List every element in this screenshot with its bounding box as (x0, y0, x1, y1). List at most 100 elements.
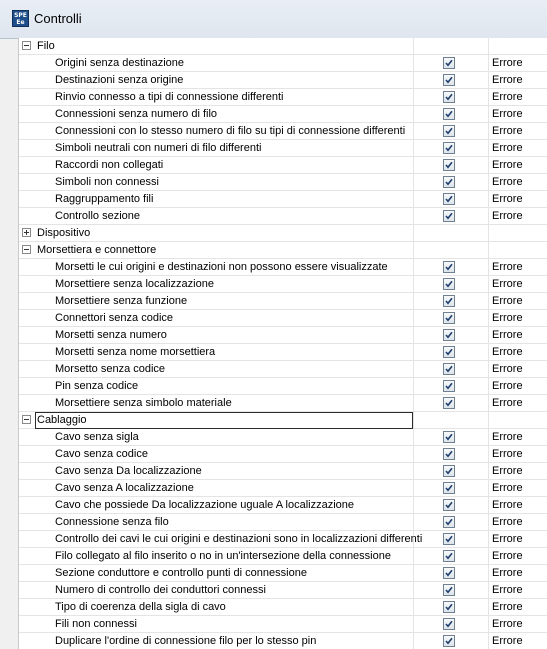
enabled-checkbox[interactable] (443, 57, 455, 69)
enabled-checkbox[interactable] (443, 635, 455, 647)
check-row[interactable]: Connessioni senza numero di filo Errore (19, 106, 547, 123)
check-row[interactable]: Origini senza destinazione Errore (19, 55, 547, 72)
severity-cell[interactable]: Errore (489, 582, 547, 598)
check-row[interactable]: Controllo sezione Errore (19, 208, 547, 225)
check-row[interactable]: Sezione conduttore e controllo punti di … (19, 565, 547, 582)
check-row[interactable]: Cavo senza Da localizzazione Errore (19, 463, 547, 480)
severity-cell[interactable]: Errore (489, 599, 547, 615)
check-row[interactable]: Connettori senza codice Errore (19, 310, 547, 327)
check-row[interactable]: Fili non connessi Errore (19, 616, 547, 633)
severity-cell[interactable]: Errore (489, 174, 547, 190)
enabled-checkbox[interactable] (443, 482, 455, 494)
severity-cell[interactable]: Errore (489, 616, 547, 632)
enabled-checkbox[interactable] (443, 516, 455, 528)
enabled-checkbox[interactable] (443, 261, 455, 273)
severity-cell[interactable]: Errore (489, 633, 547, 649)
check-row[interactable]: Filo collegato al filo inserito o no in … (19, 548, 547, 565)
severity-cell[interactable]: Errore (489, 497, 547, 513)
group-row[interactable]: Morsettiera e connettore (19, 242, 547, 259)
severity-cell[interactable]: Errore (489, 208, 547, 224)
group-row[interactable]: Cablaggio (19, 412, 547, 429)
check-row[interactable]: Morsettiere senza funzione Errore (19, 293, 547, 310)
severity-cell[interactable]: Errore (489, 378, 547, 394)
severity-cell[interactable]: Errore (489, 157, 547, 173)
check-row[interactable]: Raccordi non collegati Errore (19, 157, 547, 174)
severity-cell[interactable]: Errore (489, 310, 547, 326)
severity-cell[interactable]: Errore (489, 89, 547, 105)
severity-cell[interactable]: Errore (489, 429, 547, 445)
severity-cell[interactable]: Errore (489, 72, 547, 88)
severity-cell[interactable]: Errore (489, 327, 547, 343)
severity-cell[interactable]: Errore (489, 463, 547, 479)
enabled-checkbox[interactable] (443, 584, 455, 596)
severity-cell[interactable]: Errore (489, 446, 547, 462)
severity-cell[interactable]: Errore (489, 106, 547, 122)
enabled-checkbox[interactable] (443, 295, 455, 307)
group-row[interactable]: Dispositivo (19, 225, 547, 242)
enabled-checkbox[interactable] (443, 125, 455, 137)
severity-cell[interactable] (489, 225, 547, 241)
severity-cell[interactable]: Errore (489, 395, 547, 411)
check-row[interactable]: Pin senza codice Errore (19, 378, 547, 395)
check-row[interactable]: Morsetti senza numero Errore (19, 327, 547, 344)
check-row[interactable]: Cavo senza A localizzazione Errore (19, 480, 547, 497)
enabled-checkbox[interactable] (443, 346, 455, 358)
enabled-checkbox[interactable] (443, 193, 455, 205)
check-row[interactable]: Morsetti senza nome morsettiera Errore (19, 344, 547, 361)
group-row[interactable]: Filo (19, 38, 547, 55)
enabled-checkbox[interactable] (443, 329, 455, 341)
enabled-checkbox[interactable] (443, 363, 455, 375)
check-row[interactable]: Morsettiere senza localizzazione Errore (19, 276, 547, 293)
check-row[interactable]: Morsetti le cui origini e destinazioni n… (19, 259, 547, 276)
enabled-checkbox[interactable] (443, 176, 455, 188)
enabled-checkbox[interactable] (443, 431, 455, 443)
severity-cell[interactable] (489, 242, 547, 258)
enabled-checkbox[interactable] (443, 312, 455, 324)
severity-cell[interactable]: Errore (489, 531, 547, 547)
check-row[interactable]: Numero di controllo dei conduttori conne… (19, 582, 547, 599)
enabled-checkbox[interactable] (443, 108, 455, 120)
collapse-icon[interactable] (22, 415, 31, 424)
check-row[interactable]: Rinvio connesso a tipi di connessione di… (19, 89, 547, 106)
check-row[interactable]: Destinazioni senza origine Errore (19, 72, 547, 89)
collapse-icon[interactable] (22, 245, 31, 254)
enabled-checkbox[interactable] (443, 397, 455, 409)
severity-cell[interactable]: Errore (489, 55, 547, 71)
check-row[interactable]: Connessione senza filo Errore (19, 514, 547, 531)
check-row[interactable]: Morsetto senza codice Errore (19, 361, 547, 378)
enabled-checkbox[interactable] (443, 533, 455, 545)
severity-cell[interactable]: Errore (489, 565, 547, 581)
check-row[interactable]: Raggruppamento fili Errore (19, 191, 547, 208)
severity-cell[interactable]: Errore (489, 293, 547, 309)
enabled-checkbox[interactable] (443, 465, 455, 477)
enabled-checkbox[interactable] (443, 499, 455, 511)
severity-cell[interactable]: Errore (489, 344, 547, 360)
severity-cell[interactable]: Errore (489, 123, 547, 139)
checks-tree-grid[interactable]: Filo Origini senza destinazione Errore Dest… (18, 38, 547, 649)
severity-cell[interactable] (489, 38, 547, 54)
severity-cell[interactable]: Errore (489, 548, 547, 564)
check-row[interactable]: Duplicare l'ordine di connessione filo p… (19, 633, 547, 649)
check-row[interactable]: Morsettiere senza simbolo materiale Error… (19, 395, 547, 412)
enabled-checkbox[interactable] (443, 567, 455, 579)
severity-cell[interactable]: Errore (489, 361, 547, 377)
check-row[interactable]: Cavo che possiede Da localizzazione ugua… (19, 497, 547, 514)
severity-cell[interactable] (489, 412, 547, 428)
enabled-checkbox[interactable] (443, 142, 455, 154)
enabled-checkbox[interactable] (443, 601, 455, 613)
check-row[interactable]: Cavo senza codice Errore (19, 446, 547, 463)
check-row[interactable]: Simboli non connessi Errore (19, 174, 547, 191)
enabled-checkbox[interactable] (443, 210, 455, 222)
severity-cell[interactable]: Errore (489, 140, 547, 156)
check-row[interactable]: Tipo di coerenza della sigla di cavo Erro… (19, 599, 547, 616)
severity-cell[interactable]: Errore (489, 191, 547, 207)
severity-cell[interactable]: Errore (489, 480, 547, 496)
severity-cell[interactable]: Errore (489, 276, 547, 292)
severity-cell[interactable]: Errore (489, 514, 547, 530)
enabled-checkbox[interactable] (443, 91, 455, 103)
severity-cell[interactable]: Errore (489, 259, 547, 275)
enabled-checkbox[interactable] (443, 618, 455, 630)
enabled-checkbox[interactable] (443, 550, 455, 562)
check-row[interactable]: Connessioni con lo stesso numero di filo… (19, 123, 547, 140)
collapse-icon[interactable] (22, 41, 31, 50)
